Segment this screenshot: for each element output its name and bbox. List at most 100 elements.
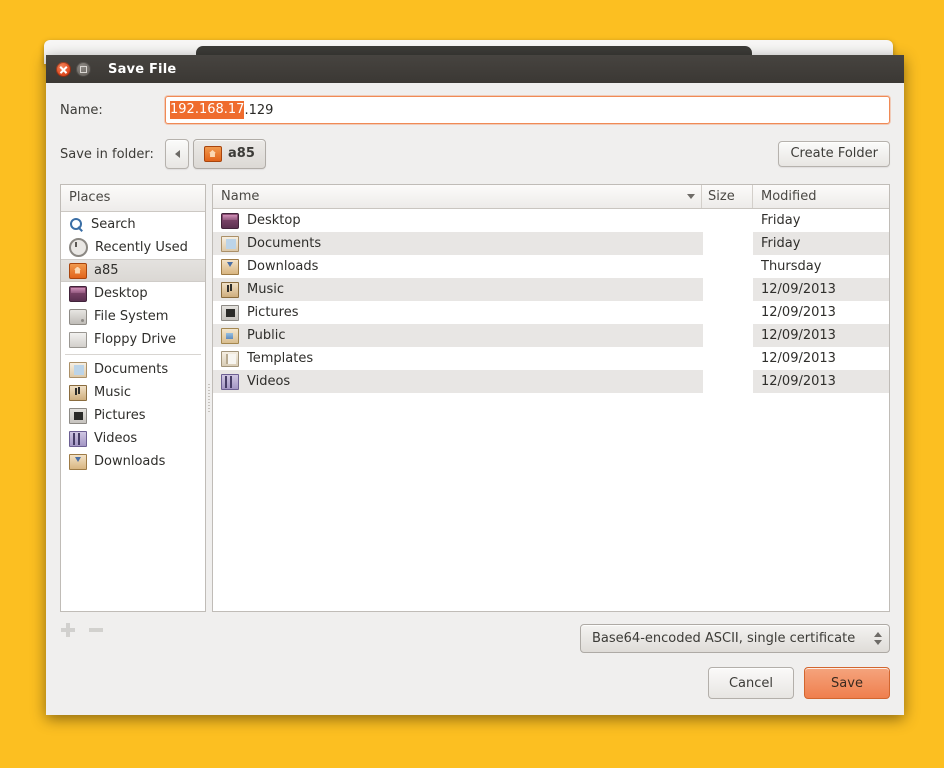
file-name-cell: Documents xyxy=(213,232,703,255)
places-item-documents[interactable]: Documents xyxy=(61,358,205,381)
pictures-folder-icon xyxy=(221,304,239,321)
places-list: Search Recently Used a85 Desktop File System… xyxy=(61,212,205,611)
files-header: Name Size Modified xyxy=(213,185,889,209)
file-name-cell: Public xyxy=(213,324,703,347)
column-header-name[interactable]: Name xyxy=(213,185,702,208)
file-modified-cell: 12/09/2013 xyxy=(761,374,836,389)
downloads-folder-icon xyxy=(69,453,87,470)
file-name-label: Public xyxy=(247,328,286,343)
column-header-modified-label: Modified xyxy=(761,189,817,204)
places-item-pictures[interactable]: Pictures xyxy=(61,404,205,427)
file-size-cell xyxy=(703,232,753,255)
places-item-file-system[interactable]: File System xyxy=(61,305,205,328)
places-item-search[interactable]: Search xyxy=(61,213,205,236)
file-modified-cell: Friday xyxy=(761,213,801,228)
file-modified-cell: 12/09/2013 xyxy=(761,282,836,297)
search-icon xyxy=(69,217,84,232)
places-item-label: a85 xyxy=(94,263,119,278)
file-name-cell: Downloads xyxy=(213,255,703,278)
column-header-name-label: Name xyxy=(221,189,260,204)
file-name-label: Desktop xyxy=(247,213,301,228)
add-bookmark-icon[interactable] xyxy=(60,622,76,638)
table-row[interactable]: Public 12/09/2013 xyxy=(213,324,889,347)
file-format-value: Base64-encoded ASCII, single certificate xyxy=(592,630,856,646)
places-item-floppy-drive[interactable]: Floppy Drive xyxy=(61,328,205,351)
dialog-titlebar[interactable]: Save File xyxy=(46,55,904,83)
floppy-icon xyxy=(69,331,87,348)
recent-icon xyxy=(69,238,88,257)
places-item-desktop[interactable]: Desktop xyxy=(61,282,205,305)
places-item-recently-used[interactable]: Recently Used xyxy=(61,236,205,259)
name-row: Name: 192.168.17.129 xyxy=(60,95,890,125)
files-pane: Name Size Modified Desktop Friday Document… xyxy=(212,184,890,612)
table-row[interactable]: Desktop Friday xyxy=(213,209,889,232)
back-arrow-icon xyxy=(174,150,180,158)
places-item-label: Documents xyxy=(94,362,169,377)
file-size-cell xyxy=(703,370,753,393)
column-header-modified[interactable]: Modified xyxy=(753,185,889,208)
downloads-folder-icon xyxy=(221,258,239,275)
places-item-label: Videos xyxy=(94,431,138,446)
file-size-cell xyxy=(703,209,753,232)
places-item-label: Desktop xyxy=(94,286,148,301)
table-row[interactable]: Documents Friday xyxy=(213,232,889,255)
sort-descending-icon xyxy=(687,194,695,199)
public-folder-icon xyxy=(221,327,239,344)
templates-folder-icon xyxy=(221,350,239,367)
format-row: Base64-encoded ASCII, single certificate xyxy=(60,623,890,653)
videos-folder-icon xyxy=(69,430,87,447)
cancel-button[interactable]: Cancel xyxy=(708,667,794,699)
maximize-icon[interactable] xyxy=(76,61,91,77)
column-header-size-label: Size xyxy=(708,189,735,204)
table-row[interactable]: Templates 12/09/2013 xyxy=(213,347,889,370)
places-item-label: Recently Used xyxy=(95,240,188,255)
filename-input[interactable]: 192.168.17.129 xyxy=(165,96,890,124)
create-folder-button[interactable]: Create Folder xyxy=(778,140,890,168)
places-item-label: Music xyxy=(94,385,131,400)
path-back-button[interactable] xyxy=(165,139,189,169)
save-button[interactable]: Save xyxy=(804,667,890,699)
save-in-folder-row: Save in folder: a85 Create Folder xyxy=(60,138,890,170)
breadcrumb-label: a85 xyxy=(228,145,255,161)
places-item-a85[interactable]: a85 xyxy=(61,259,205,282)
file-name-label: Music xyxy=(247,282,284,297)
file-modified-cell: 12/09/2013 xyxy=(761,351,836,366)
file-modified-cell: 12/09/2013 xyxy=(761,328,836,343)
file-name-label: Templates xyxy=(247,351,314,366)
places-item-videos[interactable]: Videos xyxy=(61,427,205,450)
filename-remaining-text: .129 xyxy=(244,102,274,118)
places-separator xyxy=(65,354,201,355)
places-item-music[interactable]: Music xyxy=(61,381,205,404)
file-name-cell: Videos xyxy=(213,370,703,393)
file-format-select[interactable]: Base64-encoded ASCII, single certificate xyxy=(580,623,890,653)
pane-divider-handle[interactable] xyxy=(206,184,212,612)
music-folder-icon xyxy=(221,281,239,298)
column-header-size[interactable]: Size xyxy=(702,185,753,208)
save-file-dialog: Save File Name: 192.168.17.129 Save in f… xyxy=(46,55,904,715)
remove-bookmark-icon[interactable] xyxy=(88,622,104,638)
browser-panes: Places Search Recently Used a85 Desktop File… xyxy=(60,184,890,612)
file-modified-cell: Thursday xyxy=(761,259,822,274)
table-row[interactable]: Pictures 12/09/2013 xyxy=(213,301,889,324)
home-folder-icon xyxy=(204,146,222,162)
dialog-body: Name: 192.168.17.129 Save in folder: a85… xyxy=(46,83,904,653)
file-size-cell xyxy=(703,301,753,324)
file-name-label: Documents xyxy=(247,236,322,251)
file-name-cell: Desktop xyxy=(213,209,703,232)
save-in-folder-label: Save in folder: xyxy=(60,146,154,162)
files-list: Desktop Friday Documents Friday Downloads Thu… xyxy=(213,209,889,611)
home-folder-icon xyxy=(69,262,87,279)
places-header: Places xyxy=(61,185,205,212)
close-icon[interactable] xyxy=(56,61,71,77)
table-row[interactable]: Videos 12/09/2013 xyxy=(213,370,889,393)
file-size-cell xyxy=(703,278,753,301)
desktop-icon xyxy=(69,285,87,302)
breadcrumb-a85[interactable]: a85 xyxy=(193,139,266,169)
dialog-title: Save File xyxy=(108,61,177,77)
dialog-action-bar: Cancel Save xyxy=(46,653,904,715)
places-item-label: Search xyxy=(91,217,136,232)
places-item-downloads[interactable]: Downloads xyxy=(61,450,205,473)
table-row[interactable]: Music 12/09/2013 xyxy=(213,278,889,301)
table-row[interactable]: Downloads Thursday xyxy=(213,255,889,278)
spinner-arrows-icon xyxy=(874,631,882,645)
